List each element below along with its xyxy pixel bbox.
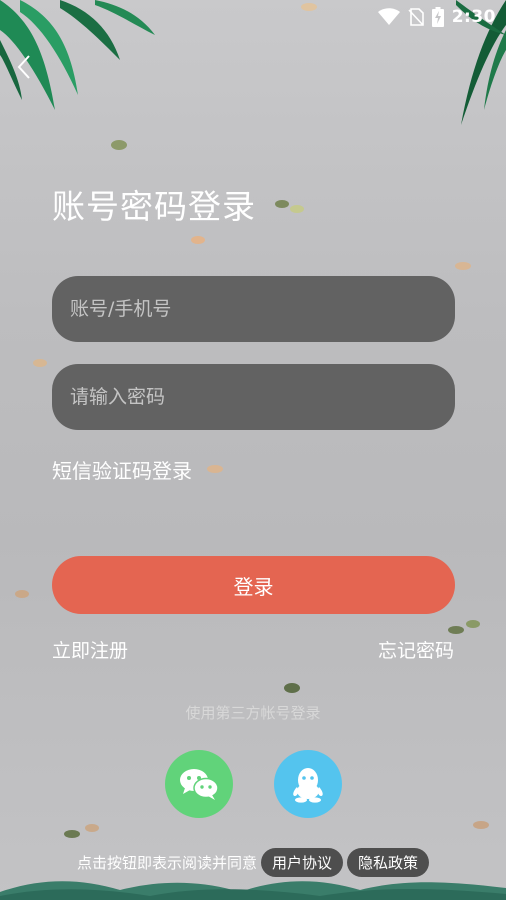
leaf-petal-decoration	[275, 200, 304, 213]
qq-icon	[293, 768, 323, 803]
status-bar: 2:30	[0, 0, 506, 34]
user-agreement-link[interactable]: 用户协议	[260, 848, 343, 877]
back-button[interactable]	[10, 52, 38, 82]
battery-charging-icon	[431, 7, 444, 27]
wechat-icon	[180, 769, 219, 800]
leaf-petal-decoration	[448, 620, 480, 634]
leaf-petal-decoration	[207, 465, 223, 473]
leaf-petal-decoration	[284, 683, 300, 693]
wechat-login-button[interactable]	[165, 750, 233, 818]
account-input[interactable]	[70, 298, 455, 320]
login-button[interactable]: 登录	[52, 556, 455, 614]
wifi-icon	[377, 8, 400, 25]
leaf-petal-decoration	[33, 359, 47, 367]
leaf-petal-decoration	[191, 236, 205, 244]
password-field[interactable]	[52, 364, 455, 430]
agreement-text: 点击按钮即表示阅读并同意	[76, 854, 257, 872]
leaf-petal-decoration	[64, 824, 99, 838]
page-title: 账号密码登录	[52, 187, 256, 226]
password-input[interactable]	[70, 386, 455, 408]
agreement-row: 点击按钮即表示阅读并同意 用户协议 隐私政策	[0, 848, 506, 877]
third-party-login-label: 使用第三方帐号登录	[185, 704, 321, 722]
status-time: 2:30	[451, 7, 496, 27]
privacy-policy-link[interactable]: 隐私政策	[347, 848, 430, 877]
qq-login-button[interactable]	[274, 750, 342, 818]
sms-login-link[interactable]: 短信验证码登录	[52, 455, 192, 484]
chevron-left-icon	[17, 55, 30, 79]
forgot-password-link[interactable]: 忘记密码	[378, 636, 454, 663]
no-sim-icon	[408, 8, 424, 26]
leaf-petal-decoration	[473, 821, 489, 829]
leaf-petal-decoration	[15, 590, 29, 598]
leaf-petal-decoration	[111, 140, 127, 150]
account-field[interactable]	[52, 276, 455, 342]
leaf-petal-decoration	[455, 262, 471, 270]
register-link[interactable]: 立即注册	[52, 636, 128, 663]
